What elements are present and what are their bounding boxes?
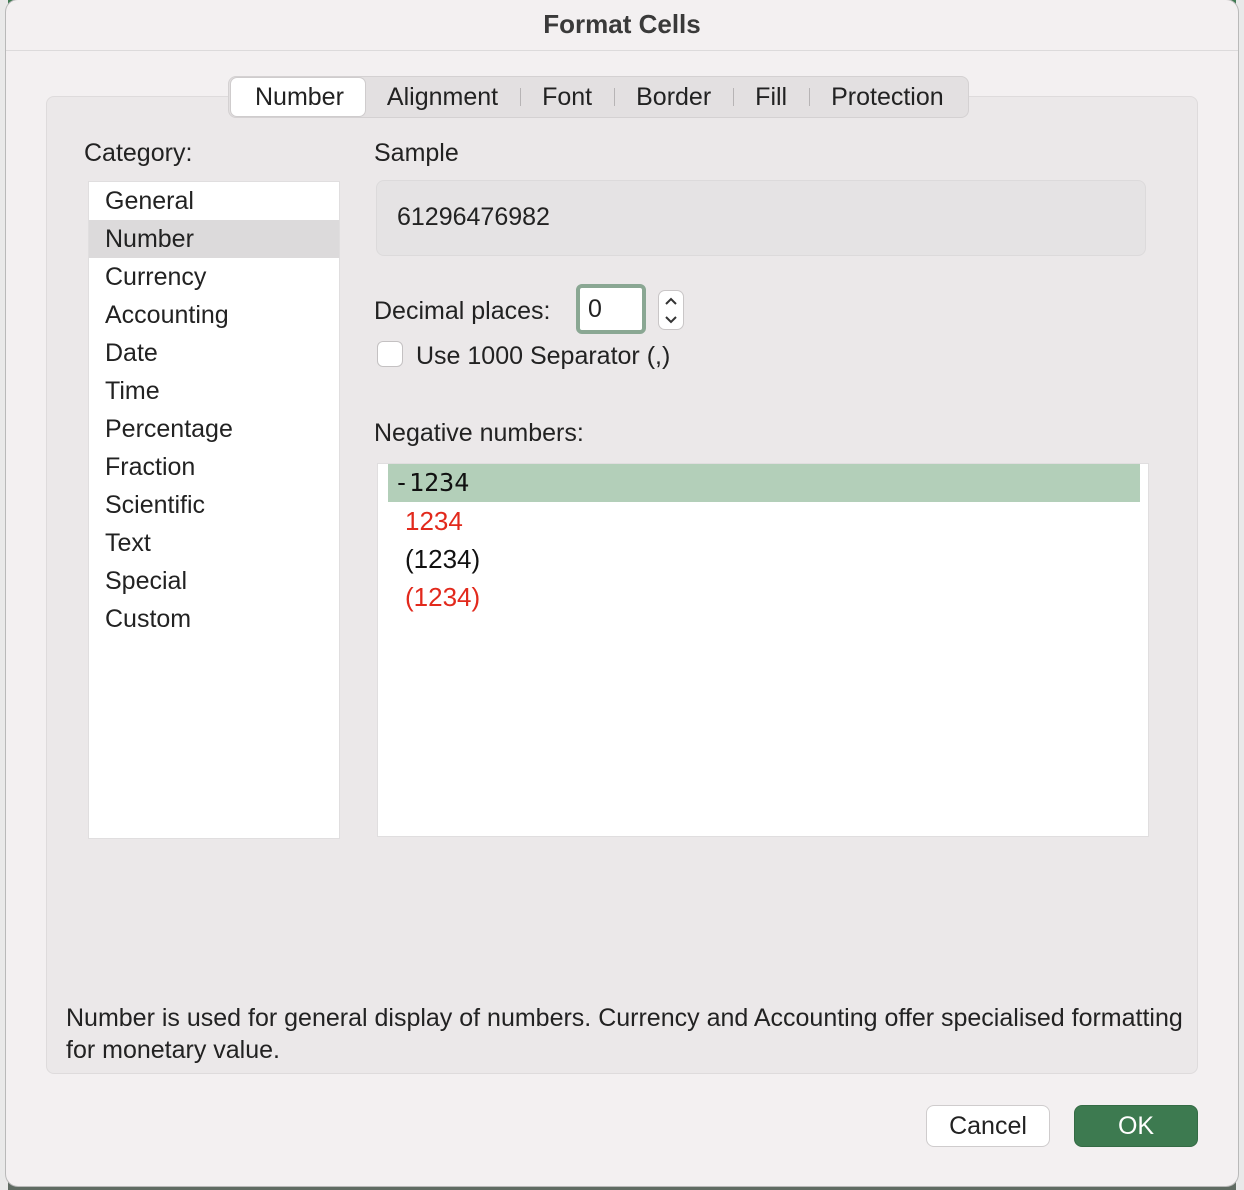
category-item-percentage[interactable]: Percentage <box>89 410 339 448</box>
category-item-text[interactable]: Text <box>89 524 339 562</box>
thousand-separator-checkbox[interactable] <box>377 341 403 367</box>
tab-border[interactable]: Border <box>614 78 733 116</box>
category-label: Category: <box>84 139 193 167</box>
negative-option-minus[interactable]: -1234 <box>388 464 1140 502</box>
category-item-special[interactable]: Special <box>89 562 339 600</box>
category-item-number[interactable]: Number <box>89 220 339 258</box>
tab-protection[interactable]: Protection <box>809 78 966 116</box>
thousand-separator-label[interactable]: Use 1000 Separator (,) <box>416 342 670 371</box>
category-description: Number is used for general display of nu… <box>66 1004 1183 1064</box>
sample-label: Sample <box>374 139 459 167</box>
tab-fill[interactable]: Fill <box>733 78 809 116</box>
category-item-currency[interactable]: Currency <box>89 258 339 296</box>
ok-button[interactable]: OK <box>1074 1105 1198 1147</box>
category-item-accounting[interactable]: Accounting <box>89 296 339 334</box>
category-item-time[interactable]: Time <box>89 372 339 410</box>
tab-bar: Number Alignment Font Border Fill Protec… <box>228 76 969 118</box>
category-item-scientific[interactable]: Scientific <box>89 486 339 524</box>
cancel-button[interactable]: Cancel <box>926 1105 1050 1147</box>
title-bar: Format Cells <box>6 0 1238 51</box>
decimal-places-label: Decimal places: <box>374 297 551 325</box>
negative-option-red-parentheses[interactable]: (1234) <box>388 578 1140 616</box>
negative-option-parentheses[interactable]: (1234) <box>388 540 1140 578</box>
dialog-title: Format Cells <box>543 9 701 39</box>
negative-numbers-label: Negative numbers: <box>374 419 584 447</box>
tab-font[interactable]: Font <box>520 78 614 116</box>
category-item-custom[interactable]: Custom <box>89 600 339 638</box>
decimal-places-input[interactable] <box>576 284 646 334</box>
category-item-general[interactable]: General <box>89 182 339 220</box>
format-cells-dialog: Format Cells Number Alignment Font Borde… <box>6 0 1238 1186</box>
stepper-down-icon[interactable] <box>659 310 683 329</box>
negative-option-red[interactable]: 1234 <box>388 502 1140 540</box>
decimal-places-stepper[interactable] <box>658 290 684 330</box>
category-item-date[interactable]: Date <box>89 334 339 372</box>
sample-value: 61296476982 <box>397 203 550 231</box>
sample-box: 61296476982 <box>376 180 1146 256</box>
tab-number[interactable]: Number <box>231 78 365 116</box>
category-item-fraction[interactable]: Fraction <box>89 448 339 486</box>
stepper-up-icon[interactable] <box>659 291 683 310</box>
tab-alignment[interactable]: Alignment <box>365 78 520 116</box>
category-list[interactable]: General Number Currency Accounting Date … <box>88 181 340 839</box>
negative-numbers-list[interactable]: -1234 1234 (1234) (1234) <box>377 463 1149 837</box>
